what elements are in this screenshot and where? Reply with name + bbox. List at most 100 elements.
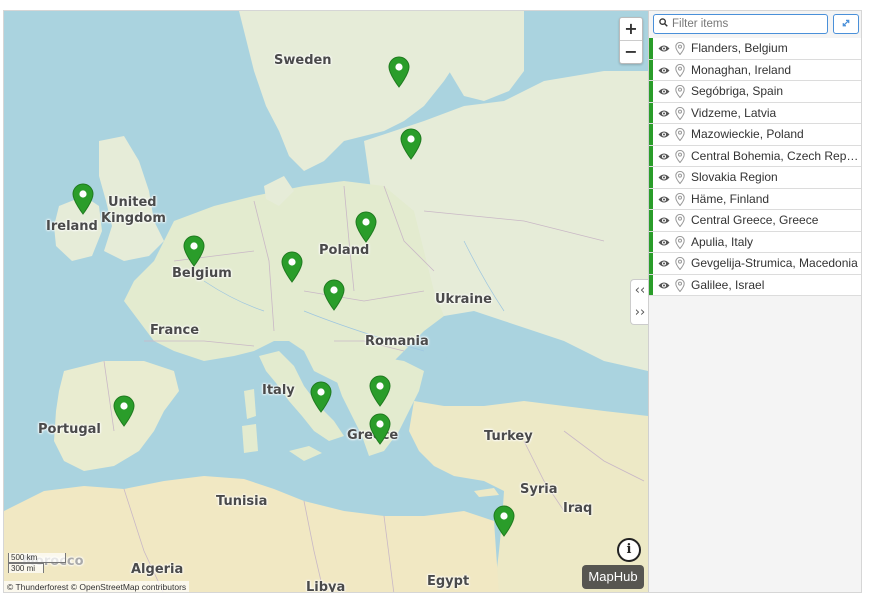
list-item[interactable]: Flanders, Belgium (649, 38, 861, 60)
country-label-romania: Romania (365, 334, 429, 349)
list-item[interactable]: Segóbriga, Spain (649, 81, 861, 103)
eye-icon[interactable] (658, 281, 670, 290)
list-item-label: Mazowieckie, Poland (691, 127, 804, 141)
expand-icon (842, 19, 850, 27)
sidebar-toggle[interactable]: ‹‹ ›› (630, 279, 648, 325)
map-pin-icon (675, 106, 685, 120)
country-label-turkey: Turkey (484, 429, 533, 444)
eye-icon[interactable] (658, 173, 670, 182)
eye-icon[interactable] (658, 216, 670, 225)
map-pin-icon (675, 85, 685, 98)
country-label-poland: Poland (319, 243, 370, 258)
country-label-tunisia: Tunisia (216, 494, 268, 509)
item-color-bar (649, 81, 653, 102)
item-color-bar (649, 145, 653, 166)
eye-icon[interactable] (658, 66, 670, 75)
country-label-belgium: Belgium (172, 266, 232, 281)
list-item-label: Häme, Finland (691, 191, 770, 206)
maphub-brand-button[interactable]: MapHub (582, 565, 644, 589)
map-marker-icon[interactable] (387, 56, 411, 88)
map-pin-icon (675, 257, 685, 270)
eye-icon[interactable] (658, 109, 670, 118)
filter-row (653, 14, 861, 36)
expand-button[interactable] (833, 14, 859, 34)
list-item[interactable]: Slovakia Region (649, 167, 861, 189)
zoom-out-button[interactable]: − (620, 40, 642, 63)
map-pin-icon (675, 278, 685, 292)
country-label-sweden: Sweden (274, 53, 332, 68)
item-list: Flanders, Belgium Monaghan, Ireland Segóbr… (649, 38, 861, 296)
map-marker-icon[interactable] (368, 413, 392, 445)
expand-right-icon[interactable]: ›› (631, 302, 648, 324)
map-marker-icon[interactable] (71, 183, 95, 215)
filter-box (653, 14, 828, 34)
country-label-united: United (108, 195, 157, 210)
map-pin-icon (675, 235, 685, 249)
scale-km: 500 km (8, 553, 66, 563)
zoom-control: + − (619, 17, 643, 64)
map-app: Sweden United Kingdom Ireland Belgium Po… (3, 10, 862, 593)
item-color-bar (649, 253, 653, 274)
list-item[interactable]: Central Greece, Greece (649, 210, 861, 232)
country-label-france: France (150, 323, 200, 338)
country-label-syria: Syria (520, 482, 558, 497)
item-color-bar (649, 102, 653, 123)
map-marker-icon[interactable] (492, 505, 516, 537)
list-item-label: Central Bohemia, Czech Republic (691, 148, 859, 163)
map-canvas[interactable]: Sweden United Kingdom Ireland Belgium Po… (4, 11, 648, 593)
country-label-ukraine: Ukraine (435, 292, 492, 307)
list-item[interactable]: Monaghan, Ireland (649, 59, 861, 81)
eye-icon[interactable] (658, 44, 670, 53)
map-attribution: © Thunderforest © OpenStreetMap contribu… (4, 581, 190, 592)
collapse-left-icon[interactable]: ‹‹ (631, 280, 648, 302)
country-label-ireland: Ireland (46, 219, 98, 234)
map-marker-icon[interactable] (368, 375, 392, 407)
map-marker-icon[interactable] (322, 279, 346, 311)
eye-icon[interactable] (658, 195, 670, 204)
item-sidebar: Flanders, Belgium Monaghan, Ireland Segóbr… (648, 11, 861, 592)
eye-icon[interactable] (658, 238, 670, 247)
eye-icon[interactable] (658, 259, 670, 268)
country-label-egypt: Egypt (427, 574, 470, 589)
zoom-in-button[interactable]: + (620, 18, 642, 40)
map-marker-icon[interactable] (112, 395, 136, 427)
map-marker-icon[interactable] (354, 211, 378, 243)
map-pin-icon (675, 42, 685, 55)
list-item-label: Vidzeme, Latvia (691, 105, 777, 120)
country-label-libya: Libya (306, 580, 346, 593)
map-marker-icon[interactable] (280, 251, 304, 283)
map-marker-icon[interactable] (182, 235, 206, 267)
map-pin-icon (675, 192, 685, 206)
item-color-bar (649, 210, 653, 231)
map-marker-icon[interactable] (399, 128, 423, 160)
list-item[interactable]: Gevgelija-Strumica, Macedonia (649, 253, 861, 275)
list-item[interactable]: Galilee, Israel (649, 274, 861, 296)
scale-mi: 300 mi (8, 563, 44, 573)
item-color-bar (649, 38, 653, 59)
map-pin-icon (675, 214, 685, 227)
map-pin-icon (675, 171, 685, 184)
eye-icon[interactable] (658, 130, 670, 139)
item-color-bar (649, 274, 653, 295)
item-color-bar (649, 167, 653, 188)
filter-input[interactable] (672, 16, 822, 32)
list-item[interactable]: Häme, Finland (649, 188, 861, 210)
search-icon (659, 18, 668, 27)
eye-icon[interactable] (658, 87, 670, 96)
list-item[interactable]: Vidzeme, Latvia (649, 102, 861, 124)
map-marker-icon[interactable] (309, 381, 333, 413)
eye-icon[interactable] (658, 152, 670, 161)
list-item-label: Segóbriga, Spain (691, 84, 784, 98)
country-label-iraq: Iraq (563, 501, 593, 516)
list-item-label: Central Greece, Greece (691, 213, 819, 227)
country-label-italy: Italy (262, 383, 295, 398)
map-pin-icon (675, 63, 685, 77)
list-item-label: Flanders, Belgium (691, 41, 788, 55)
item-color-bar (649, 188, 653, 209)
list-item[interactable]: Central Bohemia, Czech Republic (649, 145, 861, 167)
country-label-kingdom: Kingdom (101, 211, 166, 226)
map-pin-icon (675, 128, 685, 141)
list-item[interactable]: Mazowieckie, Poland (649, 124, 861, 146)
list-item[interactable]: Apulia, Italy (649, 231, 861, 253)
info-icon[interactable]: i (617, 538, 641, 562)
